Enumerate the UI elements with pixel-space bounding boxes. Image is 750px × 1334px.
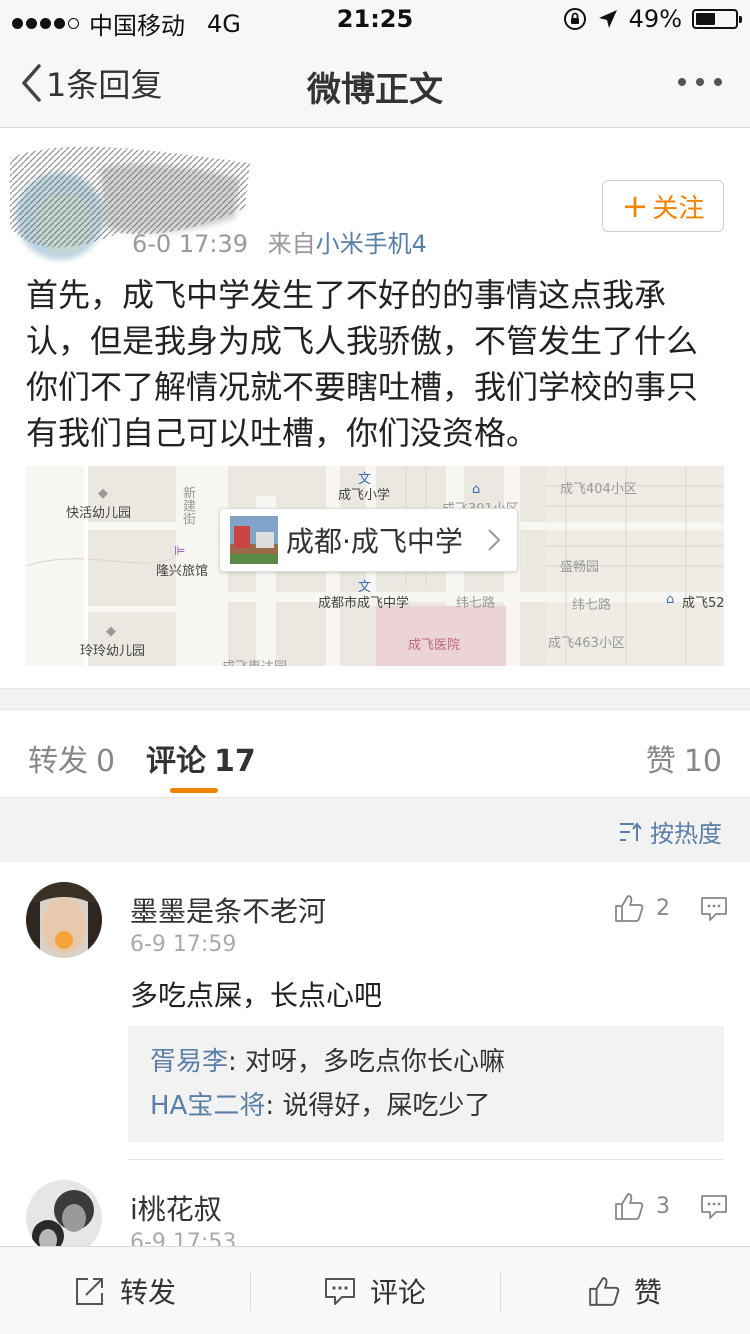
thumbs-up-icon — [615, 1193, 644, 1220]
location-thumbnail — [230, 516, 278, 564]
map-icon-school-1: ◆ — [98, 486, 108, 501]
back-button[interactable]: 1条回复 — [20, 60, 162, 106]
reply-item: 胥易李: 对呀，多吃点你长心嘛 — [150, 1040, 702, 1084]
map-label: 成飞惠达园 — [222, 656, 287, 666]
map-icon-school-4: ◆ — [106, 624, 116, 639]
map-icon-hotel: ⊫ — [174, 544, 186, 559]
status-bar: 中国移动 4G 21:25 49% — [0, 0, 750, 40]
tab-like-count: 10 — [683, 744, 722, 779]
comment-like-count: 2 — [656, 895, 670, 921]
bottom-toolbar: 转发 评论 赞 — [0, 1246, 750, 1334]
plus-icon: + — [621, 187, 649, 225]
post-time: 6-0 17:39 — [132, 230, 248, 258]
map-icon-house: ⌂ — [472, 482, 481, 497]
tab-comment-count: 17 — [214, 744, 256, 779]
like-button[interactable]: 赞 — [500, 1247, 750, 1334]
battery-icon — [692, 9, 742, 29]
comment-author[interactable]: i桃花叔 — [130, 1188, 222, 1228]
comment-like-button[interactable]: 3 — [614, 1192, 670, 1220]
follow-button[interactable]: + 关注 — [602, 180, 724, 232]
map-label: 成都市成飞中学 — [318, 596, 410, 611]
tab-repost-label: 转发 — [28, 744, 88, 779]
map-label: 成飞医院 — [408, 638, 461, 653]
location-callout[interactable]: 成都·成飞中学 — [219, 508, 518, 572]
comment-like-button[interactable]: 2 — [614, 894, 670, 922]
comment-like-count: 3 — [656, 1193, 670, 1219]
avatar[interactable] — [26, 882, 102, 958]
comment-time: 6-9 17:59 — [130, 932, 237, 957]
reply-comment-icon[interactable] — [700, 1194, 728, 1220]
map-label: 玲玲幼儿园 — [80, 644, 146, 659]
map-label: 成飞小学 — [338, 488, 391, 503]
active-tab-indicator — [170, 788, 218, 793]
nested-replies[interactable]: 胥易李: 对呀，多吃点你长心嘛 HA宝二将: 说得好，屎吃少了 — [128, 1026, 724, 1142]
orientation-lock-icon — [563, 8, 586, 30]
status-right: 49% — [563, 5, 742, 33]
thumbs-up-icon — [589, 1277, 620, 1306]
comment-icon — [324, 1278, 355, 1305]
comment-label: 评论 — [369, 1276, 426, 1309]
weibo-post: 6-0 17:39 来自小米手机4 + 关注 首先，成飞中学发生了不好的的事情这… — [0, 128, 750, 688]
back-label: 1条回复 — [46, 66, 163, 104]
map-label: 纬七路 — [456, 596, 496, 611]
chevron-right-icon — [488, 529, 501, 551]
reply-item: HA宝二将: 说得好，屎吃少了 — [150, 1084, 702, 1128]
repost-button[interactable]: 转发 — [0, 1247, 250, 1334]
follow-label: 关注 — [652, 193, 705, 224]
reply-comment-icon[interactable] — [700, 896, 728, 922]
map-label: 盛畅园 — [560, 560, 600, 575]
more-options-icon[interactable] — [678, 78, 722, 86]
avatar[interactable] — [26, 1180, 102, 1246]
interaction-tabs: 转发 0 评论 17 赞 10 — [0, 710, 750, 798]
thumbs-up-icon — [615, 895, 644, 922]
post-content: 首先，成飞中学发生了不好的的事情这点我承认，但是我身为成飞人我骄傲，不管发生了什… — [26, 276, 699, 452]
tab-like-label: 赞 — [645, 744, 676, 779]
reply-text: : 对呀，多吃点你长心嘛 — [228, 1047, 506, 1077]
location-map[interactable]: ◆ 快活幼儿园 新建街 文 成飞小学 ⌂ 成飞301小区 成飞404小区 ⊫ 隆… — [26, 466, 724, 666]
nav-bar: 1条回复 微博正文 — [0, 40, 750, 128]
repost-label: 转发 — [119, 1276, 176, 1309]
share-icon — [75, 1278, 103, 1305]
comment-item[interactable]: i桃花叔 6-9 17:53 3 — [0, 1160, 750, 1246]
sort-label: 按热度 — [650, 820, 722, 848]
comment-button[interactable]: 评论 — [250, 1247, 500, 1334]
post-meta: 6-0 17:39 来自小米手机4 — [132, 224, 427, 259]
map-label: 新建街 — [180, 486, 195, 525]
map-label: 成飞404小区 — [560, 482, 637, 497]
sort-icon — [620, 821, 642, 841]
map-label: 成飞52 — [682, 596, 724, 611]
post-source-link[interactable]: 小米手机4 — [316, 230, 427, 258]
tab-like[interactable]: 赞 10 — [646, 736, 722, 780]
comment-author[interactable]: 墨墨是条不老河 — [130, 890, 326, 930]
location-name: 成都·成飞中学 — [286, 525, 463, 558]
tab-repost-count: 0 — [96, 744, 116, 779]
map-label: 成飞463小区 — [548, 636, 625, 651]
comment-time: 6-9 17:53 — [130, 1230, 237, 1246]
map-label: 隆兴旅馆 — [156, 564, 209, 579]
sort-by-hot-button[interactable]: 按热度 — [618, 814, 722, 849]
chevron-left-icon — [22, 64, 41, 102]
reply-author[interactable]: 胥易李 — [150, 1047, 228, 1077]
like-label: 赞 — [633, 1276, 662, 1309]
source-prefix: 来自 — [267, 230, 316, 258]
reply-text: : 说得好，屎吃少了 — [265, 1091, 491, 1121]
comment-item[interactable]: 墨墨是条不老河 6-9 17:59 多吃点屎，长点心吧 2 胥易李: 对呀，多吃… — [0, 862, 750, 1160]
battery-percent: 49% — [628, 5, 682, 33]
map-label: 纬七路 — [572, 598, 612, 613]
section-divider — [0, 688, 750, 710]
tab-comment-label: 评论 — [146, 744, 206, 779]
location-arrow-icon — [598, 10, 617, 28]
sort-bar: 按热度 — [0, 798, 750, 862]
reply-author[interactable]: HA宝二将 — [150, 1091, 265, 1121]
map-label: 快活幼儿园 — [66, 506, 132, 521]
comment-text: 多吃点屎，长点心吧 — [130, 979, 383, 1012]
map-icon-house-2: ⌂ — [666, 592, 675, 607]
tab-comment[interactable]: 评论 17 — [146, 736, 256, 780]
tab-repost[interactable]: 转发 0 — [28, 736, 115, 780]
